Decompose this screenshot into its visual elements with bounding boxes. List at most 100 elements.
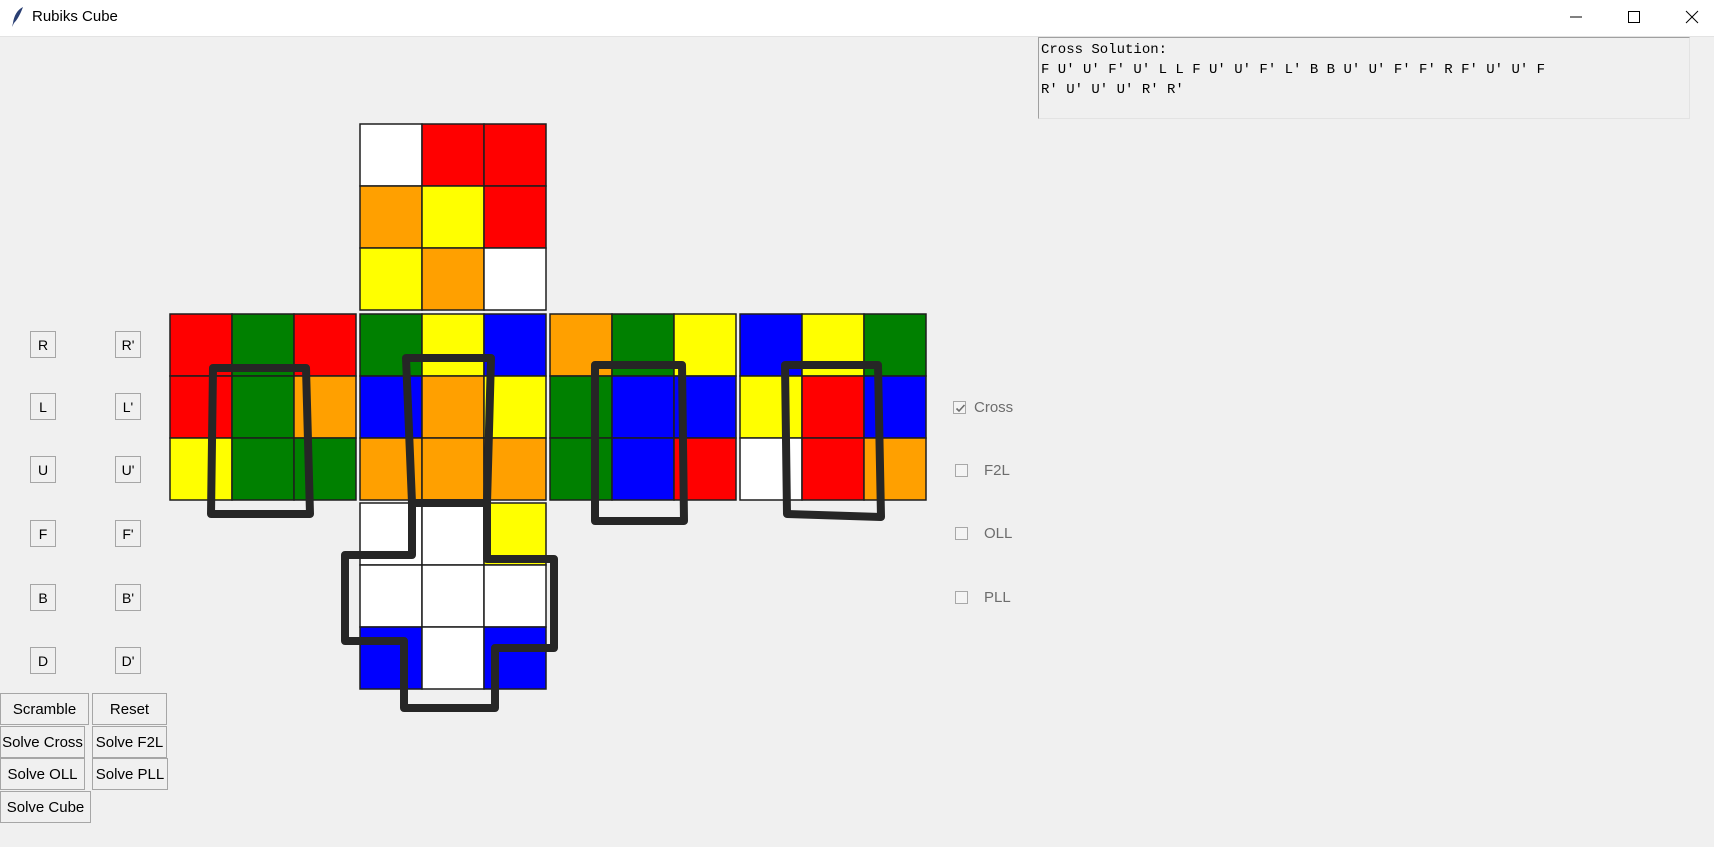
maximize-icon xyxy=(1628,11,1640,23)
sticker-up-2-2 xyxy=(483,247,547,311)
sticker-down-0-0 xyxy=(359,502,423,566)
solve-oll-button[interactable]: Solve OLL xyxy=(0,758,85,790)
sticker-front-0-2 xyxy=(483,313,547,377)
sticker-right-1-2 xyxy=(673,375,737,439)
solution-text-area[interactable]: Cross Solution: F U' U' F' U' L L F U' U… xyxy=(1038,37,1690,119)
title-bar: Rubiks Cube xyxy=(0,0,1714,37)
sticker-front-0-1 xyxy=(421,313,485,377)
move-b-button[interactable]: B xyxy=(30,584,56,611)
sticker-up-0-2 xyxy=(483,123,547,187)
solve-pll-button[interactable]: Solve PLL xyxy=(92,758,168,790)
sticker-down-0-1 xyxy=(421,502,485,566)
f2l-checkbox[interactable]: F2L xyxy=(955,460,1010,480)
move-d-prime-button[interactable]: D' xyxy=(115,647,141,674)
sticker-up-1-2 xyxy=(483,185,547,249)
sticker-front-2-0 xyxy=(359,437,423,501)
sticker-back-1-1 xyxy=(801,375,865,439)
move-u-button[interactable]: U xyxy=(30,456,56,483)
move-l-prime-button[interactable]: L' xyxy=(115,393,141,420)
minimize-button[interactable] xyxy=(1547,0,1605,33)
sticker-back-1-2 xyxy=(863,375,927,439)
cross-checkbox-label: Cross xyxy=(974,398,1014,416)
move-u-prime-button[interactable]: U' xyxy=(115,456,141,483)
sticker-back-2-1 xyxy=(801,437,865,501)
sticker-right-0-0 xyxy=(549,313,613,377)
sticker-back-0-2 xyxy=(863,313,927,377)
sticker-left-0-1 xyxy=(231,313,295,377)
sticker-left-0-2 xyxy=(293,313,357,377)
solution-moves-line-2: R' U' U' U' R' R' xyxy=(1041,82,1184,98)
sticker-down-2-0 xyxy=(359,626,423,690)
close-button[interactable] xyxy=(1663,0,1714,33)
sticker-up-1-1 xyxy=(421,185,485,249)
pll-checkbox-box[interactable] xyxy=(955,590,968,604)
sticker-right-1-1 xyxy=(611,375,675,439)
sticker-left-1-1 xyxy=(231,375,295,439)
f2l-checkbox-box[interactable] xyxy=(955,463,968,477)
sticker-left-2-2 xyxy=(293,437,357,501)
sticker-front-2-2 xyxy=(483,437,547,501)
sticker-right-0-1 xyxy=(611,313,675,377)
sticker-left-2-0 xyxy=(169,437,233,501)
sticker-right-2-0 xyxy=(549,437,613,501)
sticker-right-0-2 xyxy=(673,313,737,377)
move-f-button[interactable]: F xyxy=(30,520,56,547)
maximize-button[interactable] xyxy=(1605,0,1663,33)
oll-checkbox[interactable]: OLL xyxy=(955,523,1012,543)
sticker-front-1-2 xyxy=(483,375,547,439)
solve-cube-button[interactable]: Solve Cube xyxy=(0,791,91,823)
sticker-left-1-0 xyxy=(169,375,233,439)
f2l-checkbox-label: F2L xyxy=(984,461,1010,479)
sticker-left-0-0 xyxy=(169,313,233,377)
cube-net xyxy=(169,123,927,712)
sticker-right-1-0 xyxy=(549,375,613,439)
sticker-back-0-1 xyxy=(801,313,865,377)
sticker-back-2-0 xyxy=(739,437,803,501)
sticker-back-2-2 xyxy=(863,437,927,501)
move-d-button[interactable]: D xyxy=(30,647,56,674)
sticker-back-0-0 xyxy=(739,313,803,377)
feather-icon xyxy=(12,7,23,27)
sticker-up-0-1 xyxy=(421,123,485,187)
move-r-button[interactable]: R xyxy=(30,331,56,358)
sticker-right-2-2 xyxy=(673,437,737,501)
oll-checkbox-label: OLL xyxy=(984,524,1013,542)
solve-cross-button[interactable]: Solve Cross xyxy=(0,726,85,758)
oll-checkbox-box[interactable] xyxy=(955,526,968,540)
sticker-up-2-1 xyxy=(421,247,485,311)
sticker-back-1-0 xyxy=(739,375,803,439)
sticker-down-0-2 xyxy=(483,502,547,566)
pll-checkbox-label: PLL xyxy=(984,588,1011,606)
sticker-down-1-1 xyxy=(421,564,485,628)
sticker-front-1-1 xyxy=(421,375,485,439)
sticker-down-1-0 xyxy=(359,564,423,628)
move-b-prime-button[interactable]: B' xyxy=(115,584,141,611)
close-icon xyxy=(1685,10,1699,24)
sticker-left-2-1 xyxy=(231,437,295,501)
sticker-front-1-0 xyxy=(359,375,423,439)
move-r-prime-button[interactable]: R' xyxy=(115,331,141,358)
scramble-button[interactable]: Scramble xyxy=(0,693,89,725)
sticker-down-2-2 xyxy=(483,626,547,690)
move-l-button[interactable]: L xyxy=(30,393,56,420)
sticker-up-0-0 xyxy=(359,123,423,187)
solution-moves-line-1: F U' U' F' U' L L F U' U' F' L' B B U' U… xyxy=(1041,62,1546,78)
sticker-right-2-1 xyxy=(611,437,675,501)
move-f-prime-button[interactable]: F' xyxy=(115,520,141,547)
pll-checkbox[interactable]: PLL xyxy=(955,587,1011,607)
sticker-down-1-2 xyxy=(483,564,547,628)
sticker-left-1-2 xyxy=(293,375,357,439)
solution-heading: Cross Solution: xyxy=(1041,42,1168,58)
window-title: Rubiks Cube xyxy=(32,8,118,25)
cross-checkbox[interactable]: Cross xyxy=(953,397,1013,417)
checkmark-icon xyxy=(955,403,966,412)
sticker-up-1-0 xyxy=(359,185,423,249)
sticker-up-2-0 xyxy=(359,247,423,311)
cross-checkbox-box[interactable] xyxy=(953,400,966,414)
sticker-down-2-1 xyxy=(421,626,485,690)
sticker-front-2-1 xyxy=(421,437,485,501)
sticker-front-0-0 xyxy=(359,313,423,377)
solve-f2l-button[interactable]: Solve F2L xyxy=(92,726,167,758)
reset-button[interactable]: Reset xyxy=(92,693,167,725)
minimize-icon xyxy=(1570,16,1582,18)
